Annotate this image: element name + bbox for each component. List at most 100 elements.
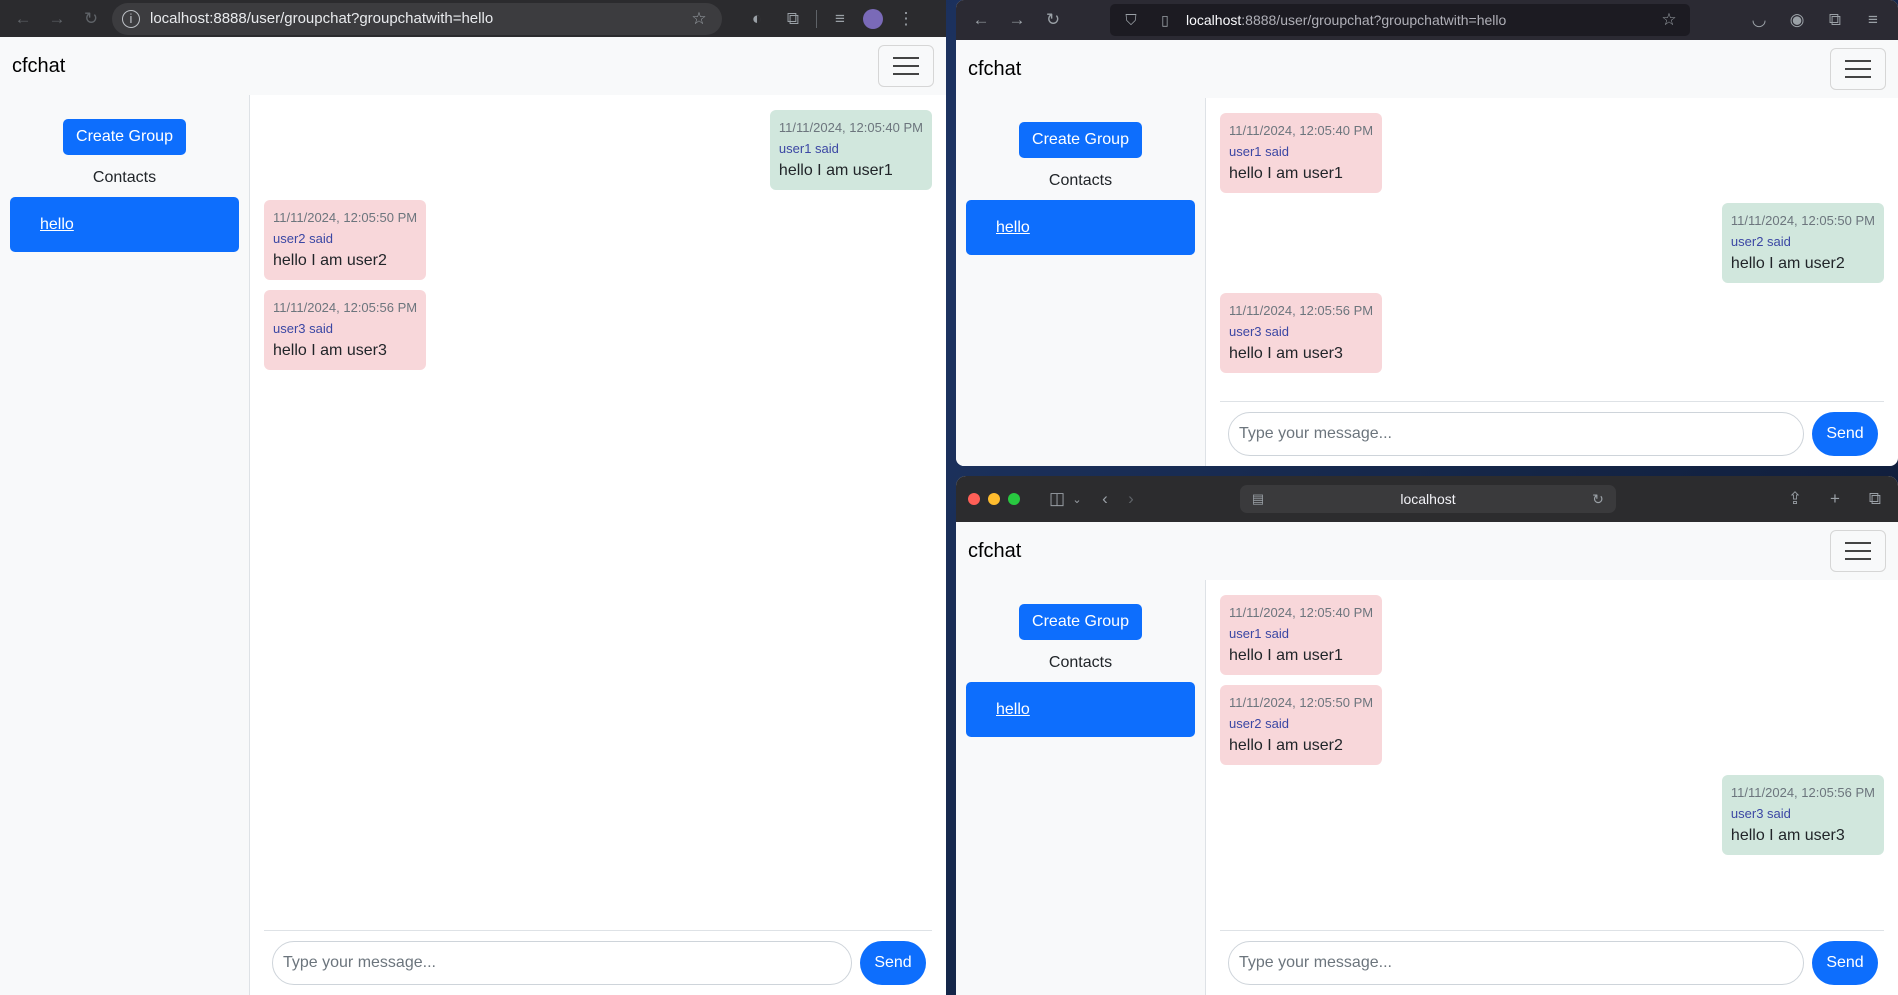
contact-item-hello[interactable]: hello: [10, 197, 239, 252]
navbar: cfchat: [0, 37, 946, 95]
create-group-button[interactable]: Create Group: [1019, 604, 1142, 640]
back-icon[interactable]: ←: [10, 6, 36, 32]
brand[interactable]: cfchat: [968, 540, 1021, 563]
reload-icon[interactable]: ↻: [1040, 7, 1066, 33]
message-text: hello I am user3: [1229, 345, 1343, 362]
safari-window: ◫ ⌄ ‹ › ▤ localhost ↻ ⇪ + ⧉ cfchat Creat…: [956, 476, 1898, 995]
sidebar: Create Group Contacts hello: [0, 95, 250, 995]
new-tab-plus-icon[interactable]: +: [1822, 486, 1848, 512]
message-input[interactable]: [1228, 412, 1804, 456]
send-button[interactable]: Send: [860, 941, 926, 985]
message-input[interactable]: [1228, 941, 1804, 985]
menu-hamburger-icon[interactable]: ≡: [1860, 7, 1886, 33]
hamburger-icon: [1845, 542, 1871, 544]
message-sender: user3 said: [273, 321, 333, 336]
send-button[interactable]: Send: [1812, 412, 1878, 456]
brand[interactable]: cfchat: [12, 55, 65, 78]
extensions-puzzle-icon[interactable]: ⧉: [780, 6, 806, 32]
contacts-heading: Contacts: [1048, 172, 1113, 189]
navbar-toggler-button[interactable]: [878, 45, 934, 87]
safari-toolbar: ◫ ⌄ ‹ › ▤ localhost ↻ ⇪ + ⧉: [956, 476, 1898, 522]
bookmark-star-icon[interactable]: ☆: [1656, 7, 1682, 33]
chat-app: cfchat Create Group Contacts hello 11/11…: [956, 522, 1898, 995]
extensions-icon[interactable]: ⧉: [1822, 7, 1848, 33]
message-bubble: 11/11/2024, 12:05:40 PM user1 said hello…: [1220, 595, 1383, 675]
bookmark-star-icon[interactable]: ☆: [686, 6, 712, 32]
account-icon[interactable]: ◉: [1784, 7, 1810, 33]
tracking-shield-icon[interactable]: ⛉: [1118, 7, 1144, 33]
contact-link[interactable]: hello: [996, 701, 1030, 719]
chat-main: 11/11/2024, 12:05:40 PM user1 said hello…: [1206, 98, 1898, 466]
message-timestamp: 11/11/2024, 12:05:56 PM: [1229, 303, 1374, 318]
sidebar-toggle-icon[interactable]: ◫: [1044, 486, 1070, 512]
message-input[interactable]: [272, 941, 852, 985]
page-menu-icon[interactable]: ▤: [1250, 486, 1266, 512]
message-bubble: 11/11/2024, 12:05:56 PM user3 said hello…: [1220, 293, 1383, 373]
message-timestamp: 11/11/2024, 12:05:50 PM: [1229, 695, 1374, 710]
chrome-toolbar: ← → ↻ i localhost:8888/user/groupchat?gr…: [0, 0, 946, 37]
forward-icon[interactable]: →: [1004, 7, 1030, 33]
message-list: 11/11/2024, 12:05:40 PM user1 said hello…: [264, 95, 932, 930]
forward-icon[interactable]: →: [44, 6, 70, 32]
contacts-heading: Contacts: [1048, 654, 1113, 671]
contact-item-hello[interactable]: hello: [966, 682, 1195, 737]
message-text: hello I am user1: [1229, 647, 1343, 664]
message-sender: user1 said: [1229, 144, 1289, 159]
reload-icon[interactable]: ↻: [1590, 486, 1606, 512]
extension-cookie-icon[interactable]: ◐: [744, 6, 770, 32]
menu-kebab-icon[interactable]: ⋮: [893, 6, 919, 32]
message-timestamp: 11/11/2024, 12:05:50 PM: [1730, 213, 1875, 228]
message-composer: Send: [264, 930, 932, 995]
contact-link[interactable]: hello: [40, 216, 74, 234]
send-button[interactable]: Send: [1812, 941, 1878, 985]
page-icon: ▯: [1161, 11, 1169, 28]
sidebar: Create Group Contacts hello: [956, 580, 1206, 995]
media-controls-icon[interactable]: ≡: [827, 6, 853, 32]
message-sender: user2 said: [1730, 234, 1791, 249]
message-bubble: 11/11/2024, 12:05:50 PM user2 said hello…: [1721, 203, 1884, 283]
message-bubble: 11/11/2024, 12:05:50 PM user2 said hello…: [264, 200, 427, 280]
address-url[interactable]: localhost: [1266, 491, 1590, 507]
message-list: 11/11/2024, 12:05:40 PM user1 said hello…: [1220, 580, 1884, 930]
chevron-down-icon[interactable]: ⌄: [1070, 486, 1084, 512]
create-group-button[interactable]: Create Group: [63, 119, 186, 155]
message-timestamp: 11/11/2024, 12:05:40 PM: [778, 120, 923, 135]
hamburger-icon: [893, 57, 919, 59]
contact-link[interactable]: hello: [996, 219, 1030, 237]
message-composer: Send: [1220, 930, 1884, 995]
message-timestamp: 11/11/2024, 12:05:40 PM: [1229, 605, 1374, 620]
create-group-button[interactable]: Create Group: [1019, 122, 1142, 158]
address-bar[interactable]: ▤ localhost ↻: [1240, 485, 1616, 513]
contact-item-hello[interactable]: hello: [966, 200, 1195, 255]
message-text: hello I am user3: [273, 342, 387, 359]
address-url[interactable]: localhost:8888/user/groupchat?groupchatw…: [150, 10, 676, 27]
share-icon[interactable]: ⇪: [1782, 486, 1808, 512]
address-bar[interactable]: ⛉ ▯ localhost:8888/user/groupchat?groupc…: [1110, 4, 1690, 36]
hamburger-icon: [1845, 60, 1871, 62]
message-sender: user1 said: [778, 141, 839, 156]
address-url[interactable]: localhost:8888/user/groupchat?groupchatw…: [1186, 12, 1648, 28]
brand[interactable]: cfchat: [968, 58, 1021, 81]
address-bar[interactable]: i localhost:8888/user/groupchat?groupcha…: [112, 2, 722, 35]
navbar: cfchat: [956, 522, 1898, 580]
toolbar-divider: [816, 9, 817, 28]
reload-icon[interactable]: ↻: [78, 6, 104, 32]
firefox-toolbar: ← → ↻ ⛉ ▯ localhost:8888/user/groupchat?…: [956, 0, 1898, 40]
pocket-icon[interactable]: ◡: [1746, 7, 1772, 33]
forward-icon[interactable]: ›: [1118, 486, 1144, 512]
close-window-icon[interactable]: [968, 493, 980, 505]
message-text: hello I am user1: [1229, 165, 1343, 182]
zoom-window-icon[interactable]: [1008, 493, 1020, 505]
minimize-window-icon[interactable]: [988, 493, 1000, 505]
back-icon[interactable]: ‹: [1092, 486, 1118, 512]
navbar-toggler-button[interactable]: [1830, 530, 1886, 572]
back-icon[interactable]: ←: [968, 7, 994, 33]
tab-overview-icon[interactable]: ⧉: [1862, 486, 1888, 512]
navbar-toggler-button[interactable]: [1830, 48, 1886, 90]
message-sender: user1 said: [1229, 626, 1289, 641]
profile-avatar[interactable]: [863, 8, 883, 29]
message-timestamp: 11/11/2024, 12:05:56 PM: [1730, 785, 1875, 800]
message-sender: user3 said: [1229, 324, 1289, 339]
message-timestamp: 11/11/2024, 12:05:56 PM: [273, 300, 418, 315]
site-info-icon[interactable]: i: [122, 9, 140, 28]
